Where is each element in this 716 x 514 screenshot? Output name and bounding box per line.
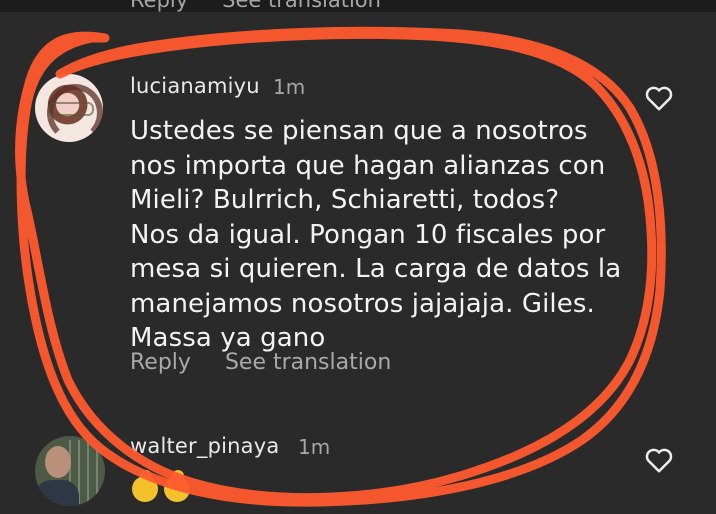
comment-line: Mieli? Bulrrich, Schiaretti, todos?: [130, 185, 560, 215]
see-translation-button[interactable]: See translation: [225, 350, 391, 375]
heart-outline-icon[interactable]: [644, 446, 674, 474]
reply-button[interactable]: Reply: [130, 350, 191, 375]
comment-line: Ustedes se piensan que a nosotros: [130, 116, 588, 146]
comment-time: 1m: [298, 435, 331, 459]
comment-line: Nos da igual. Pongan 10 fiscales por: [130, 219, 606, 250]
avatar-shirt: [35, 480, 79, 506]
comment-emojis: [132, 470, 190, 502]
avatar-glasses: [48, 102, 94, 116]
previous-comment-actions: Reply See translation: [0, 0, 716, 12]
avatar[interactable]: [35, 436, 105, 506]
comment-actions: Reply See translation: [130, 350, 391, 375]
mango-emoji-icon: [132, 470, 158, 502]
mango-emoji-icon: [164, 470, 190, 502]
avatar-face: [45, 446, 71, 478]
previous-reply-link[interactable]: Reply: [130, 0, 188, 12]
comment-line: nos importa que hagan alianzas con: [130, 150, 606, 181]
comment-username[interactable]: walter_pinaya: [130, 434, 279, 458]
heart-outline-icon[interactable]: [644, 84, 674, 112]
comment-username[interactable]: lucianamiyu: [130, 74, 260, 98]
comment-time: 1m: [273, 75, 306, 99]
comment-body: Ustedes se piensan que a nosotros nos im…: [130, 114, 650, 356]
comment-line: mesa si quieren. La carga de datos la: [130, 254, 622, 284]
avatar[interactable]: [35, 74, 103, 142]
comment-line: manejamos nosotros jajajaja. Giles.: [130, 288, 595, 319]
previous-see-translation-link[interactable]: See translation: [222, 0, 381, 12]
